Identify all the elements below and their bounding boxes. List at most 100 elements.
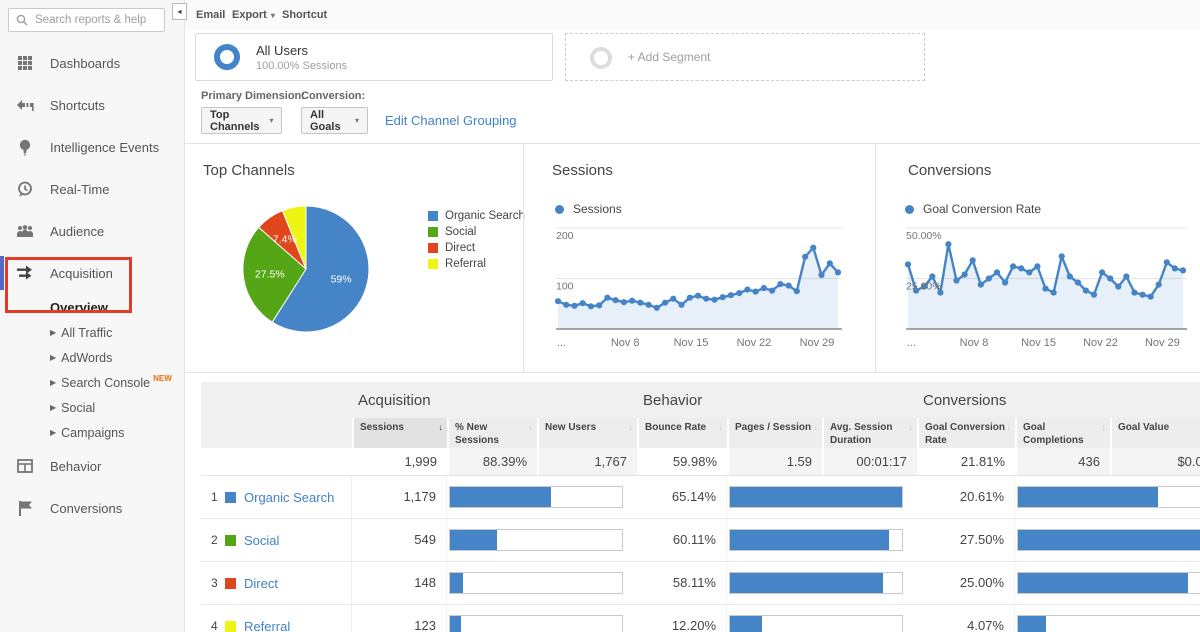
svg-text:100: 100 <box>556 281 574 293</box>
pie-legend-item: Social <box>428 224 525 240</box>
caret-down-icon: ▾ <box>270 116 274 125</box>
svg-text:Nov 22: Nov 22 <box>737 337 772 349</box>
table-row: 3Direct14858.11%25.00% <box>201 562 1200 605</box>
bounce-rate-value: 58.11% <box>637 562 727 604</box>
sessions-bar-cell <box>447 615 637 632</box>
caret-down-icon: ▾ <box>355 116 359 125</box>
sidebar-item-audience[interactable]: Audience <box>0 210 185 252</box>
sessions-bar <box>450 487 551 507</box>
sort-arrow-icon: ↓ <box>719 422 724 433</box>
legend-swatch-icon <box>428 227 438 237</box>
conversion-bar-cell <box>1015 529 1200 551</box>
audience-icon <box>16 222 34 240</box>
export-button[interactable]: Export▾ <box>232 0 275 30</box>
table-column-header-row: Sessions↓% New Sessions↓New Users↓Bounce… <box>201 418 1200 448</box>
channel-cell: 4Referral <box>201 605 352 632</box>
primary-dimension-label: Primary Dimension: <box>201 90 305 102</box>
sidebar-item-search-console[interactable]: ▶Search ConsoleNEW <box>0 370 185 395</box>
pie-legend-item: Organic Search <box>428 208 525 224</box>
pie-chart-title: Top Channels <box>203 162 295 179</box>
sidebar-item-intelligence-events[interactable]: Intelligence Events <box>0 126 185 168</box>
table-row: 2Social54960.11%27.50% <box>201 519 1200 562</box>
sidebar-item-shortcuts[interactable]: Shortcuts <box>0 84 185 126</box>
channel-cell: 1Organic Search <box>201 476 352 518</box>
series-dot-icon <box>905 205 914 214</box>
column-header--new-sessions[interactable]: % New Sessions↓ <box>447 418 537 448</box>
column-header-avg-session-duration[interactable]: Avg. Session Duration↓ <box>822 418 917 448</box>
sidebar-item-dashboards[interactable]: Dashboards <box>0 42 185 84</box>
table-row: 4Referral12312.20%4.07% <box>201 605 1200 632</box>
sessions-bar <box>450 573 463 593</box>
sidebar-item-real-time[interactable]: Real-Time <box>0 168 185 210</box>
email-button[interactable]: Email <box>196 0 225 30</box>
svg-text:Nov 8: Nov 8 <box>611 337 640 349</box>
triangle-right-icon: ▶ <box>50 378 56 387</box>
column-header-pages-session[interactable]: Pages / Session↓ <box>727 418 822 448</box>
top-channels-pie-chart: 59%27.5%7.4% <box>241 204 371 334</box>
channel-link[interactable]: Direct <box>244 576 278 591</box>
sessions-bar <box>450 616 461 632</box>
svg-text:25.00%: 25.00% <box>906 281 942 293</box>
segment-all-users-card[interactable]: All Users 100.00% Sessions <box>195 33 553 81</box>
sidebar-item-behavior[interactable]: Behavior <box>0 445 185 487</box>
column-header-goal-completions[interactable]: Goal Completions↓ <box>1015 418 1110 448</box>
sidebar-item-social[interactable]: ▶Social <box>0 395 185 420</box>
table-group-header-row: AcquisitionBehaviorConversions <box>201 382 1200 418</box>
bounce-bar-cell <box>727 529 917 551</box>
svg-text:Nov 15: Nov 15 <box>1021 337 1056 349</box>
sidebar-item-conversions[interactable]: Conversions <box>0 487 185 529</box>
sessions-value: 123 <box>352 605 447 632</box>
triangle-right-icon: ▶ <box>50 403 56 412</box>
totals-value: $0.00 <box>1110 448 1200 475</box>
column-header-bounce-rate[interactable]: Bounce Rate↓ <box>637 418 727 448</box>
sidebar: DashboardsShortcutsIntelligence EventsRe… <box>0 0 185 632</box>
column-header-new-users[interactable]: New Users↓ <box>537 418 637 448</box>
primary-dimension-dropdown[interactable]: Top Channels ▾ <box>201 107 282 134</box>
edit-channel-grouping-link[interactable]: Edit Channel Grouping <box>385 113 517 128</box>
totals-value: 59.98% <box>637 448 727 475</box>
conversions-chart-title: Conversions <box>908 162 991 179</box>
shortcut-button[interactable]: Shortcut <box>282 0 327 30</box>
sessions-legend: Sessions <box>555 202 622 216</box>
pie-legend-item: Direct <box>428 240 525 256</box>
channel-swatch-icon <box>225 621 236 632</box>
channel-link[interactable]: Referral <box>244 619 290 632</box>
bounce-bar <box>730 530 889 550</box>
triangle-right-icon: ▶ <box>50 328 56 337</box>
channel-swatch-icon <box>225 535 236 546</box>
charts-row: Top Channels 59%27.5%7.4% Organic Search… <box>185 143 1200 373</box>
legend-swatch-icon <box>428 243 438 253</box>
sidebar-item-overview[interactable]: Overview <box>0 294 185 320</box>
conversion-bar <box>1018 573 1188 593</box>
sidebar-item-acquisition[interactable]: Acquisition <box>0 252 185 294</box>
goal-conversion-value: 20.61% <box>917 476 1015 518</box>
column-header-goal-conversion-rate[interactable]: Goal Conversion Rate↓ <box>917 418 1015 448</box>
channel-link[interactable]: Organic Search <box>244 490 334 505</box>
sort-arrow-icon: ↓ <box>1102 422 1107 433</box>
sort-arrow-icon: ↓ <box>529 422 534 433</box>
channel-link[interactable]: Social <box>244 533 279 548</box>
column-header-sessions[interactable]: Sessions↓ <box>352 418 447 448</box>
conversion-bar <box>1018 616 1046 632</box>
sidebar-item-adwords[interactable]: ▶AdWords <box>0 345 185 370</box>
goal-conversion-value: 4.07% <box>917 605 1015 632</box>
add-segment-button[interactable]: + Add Segment <box>565 33 925 81</box>
search-icon <box>16 14 28 26</box>
search-box[interactable] <box>8 8 165 32</box>
totals-label-cell <box>201 448 352 475</box>
sessions-bar-cell <box>447 572 637 594</box>
svg-text:7.4%: 7.4% <box>273 234 297 246</box>
sidebar-item-campaigns[interactable]: ▶Campaigns <box>0 420 185 445</box>
column-header-goal-value[interactable]: Goal Value↓ <box>1110 418 1200 448</box>
sidebar-item-all-traffic[interactable]: ▶All Traffic <box>0 320 185 345</box>
sidebar-collapse-button[interactable]: ◂ <box>172 3 187 20</box>
pie-legend-item: Referral <box>428 256 525 272</box>
totals-value: 21.81% <box>917 448 1015 475</box>
svg-text:Nov 8: Nov 8 <box>960 337 989 349</box>
svg-text:27.5%: 27.5% <box>255 269 285 281</box>
channels-data-table: AcquisitionBehaviorConversionsSessions↓%… <box>201 382 1200 632</box>
sidebar-nav: DashboardsShortcutsIntelligence EventsRe… <box>0 42 185 529</box>
search-input[interactable] <box>33 13 157 27</box>
bounce-rate-value: 60.11% <box>637 519 727 561</box>
conversion-dropdown[interactable]: All Goals ▾ <box>301 107 368 134</box>
